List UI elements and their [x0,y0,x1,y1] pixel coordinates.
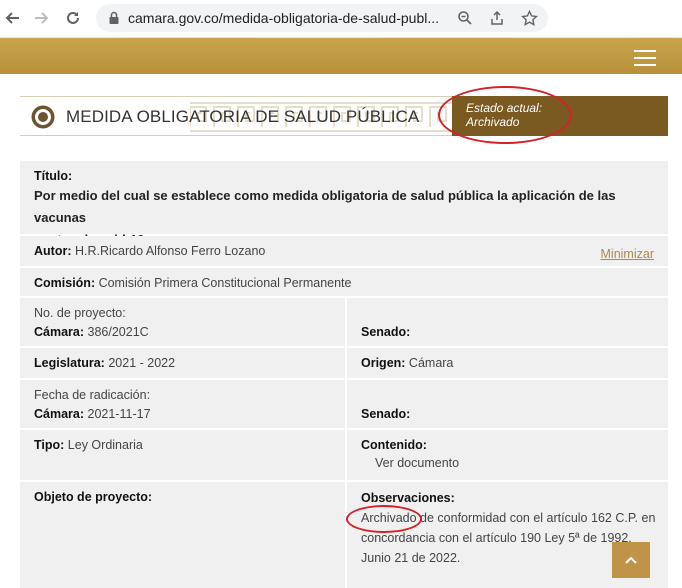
scroll-top-button[interactable] [612,542,650,578]
comision-row: Comisión: Comisión Primera Constituciona… [20,268,668,296]
no-proyecto-label: No. de proyecto: [34,306,126,320]
fecha-label: Fecha de radicación: [34,388,151,402]
objeto-cell: Objeto de proyecto: [20,482,345,588]
camara-label: Cámara: [34,325,85,339]
status-label: Estado actual: [466,101,543,115]
camara-value: 386/2021C [84,325,149,339]
tipo-cell: Tipo: Ley Ordinaria [20,430,345,480]
senado-fecha-cell: Senado: [347,380,668,428]
address-bar[interactable]: camara.gov.co/medida-obligatoria-de-salu… [96,4,548,32]
forward-icon[interactable] [30,7,52,29]
status-badge: Estado actual: Archivado [452,96,668,136]
camara-fecha-label: Cámara: [34,407,85,421]
tipo-label: Tipo: [34,438,65,452]
chevron-up-icon [625,556,637,564]
titulo-line-1: Por medio del cual se establece como med… [34,188,616,225]
target-icon [31,105,55,129]
reload-icon[interactable] [62,7,84,29]
autor-row: Autor: H.R.Ricardo Alfonso Ferro Lozano … [20,236,668,266]
origen-value: Cámara [405,356,454,370]
objeto-label: Objeto de proyecto: [34,490,153,504]
senado-cell: Senado: [347,298,668,346]
page-title: MEDIDA OBLIGATORIA DE SALUD PÚBLICA [66,107,420,126]
zoom-icon[interactable] [456,9,474,27]
contenido-label: Contenido: [361,438,427,452]
no-proyecto-cell: No. de proyecto: Cámara: 386/2021C [20,298,345,346]
origen-label: Origen: [361,356,406,370]
hamburger-icon[interactable] [634,50,656,66]
senado-label: Senado: [361,325,411,339]
back-icon[interactable] [2,7,24,29]
lock-icon[interactable] [106,10,122,26]
titulo-row: Título: Por medio del cual se establece … [20,161,668,247]
tipo-value: Ley Ordinaria [64,438,143,452]
observaciones-line-3: Junio 21 de 2022. [361,551,461,565]
legislatura-cell: Legislatura: 2021 - 2022 [20,348,345,378]
autor-value: H.R.Ricardo Alfonso Ferro Lozano [71,244,266,258]
status-value: Archivado [466,115,520,129]
url-text[interactable]: camara.gov.co/medida-obligatoria-de-salu… [128,10,439,26]
browser-toolbar: camara.gov.co/medida-obligatoria-de-salu… [0,0,682,38]
contenido-cell: Contenido: Ver documento [347,430,668,480]
comision-value: Comisión Primera Constitucional Permanen… [95,276,352,290]
senado-fecha-label: Senado: [361,407,411,421]
ver-documento-link[interactable]: Ver documento [361,456,654,470]
observaciones-line-1: Archivado de conformidad con el artículo… [361,511,656,525]
origen-cell: Origen: Cámara [347,348,668,378]
observaciones-line-2: concordancia con el artículo 190 Ley 5ª … [361,531,632,545]
comision-label: Comisión: [34,276,96,290]
camara-fecha-value: 2021-11-17 [84,407,151,421]
fecha-cell: Fecha de radicación: Cámara: 2021-11-17 [20,380,345,428]
titulo-label: Título: [34,169,73,183]
share-icon[interactable] [488,9,506,27]
observaciones-label: Observaciones: [361,491,455,505]
minimizar-link[interactable]: Minimizar [601,247,654,261]
legislatura-label: Legislatura: [34,356,105,370]
star-icon[interactable] [520,9,538,27]
autor-label: Autor: [34,244,72,258]
site-header-bar [0,38,682,74]
legislatura-value: 2021 - 2022 [104,356,176,370]
